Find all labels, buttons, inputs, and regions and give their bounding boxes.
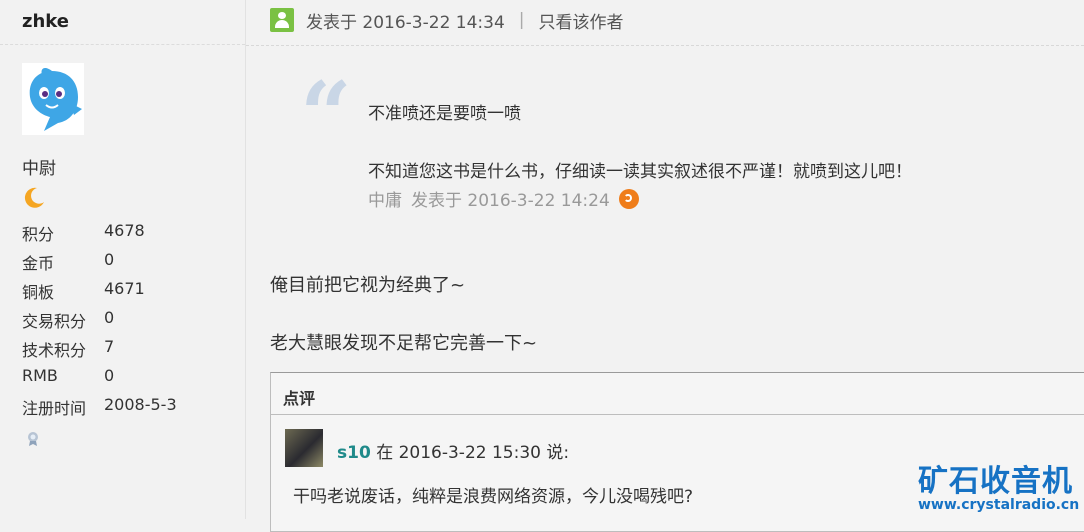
quote-author: 中庸 <box>368 191 402 211</box>
header-separator: | <box>518 10 525 30</box>
goto-post-icon[interactable] <box>618 188 639 209</box>
comment-panel-title: 点评 <box>283 389 316 408</box>
quote-timestamp: 发表于 2016-3-22 14:24 <box>411 191 610 211</box>
stat-label: 注册时间 <box>22 399 87 418</box>
comment-timestamp: 在 2016-3-22 15:30 说: <box>376 443 570 463</box>
watermark-url: www.crystalradio.cn <box>918 497 1080 513</box>
commenter-avatar[interactable] <box>285 429 323 467</box>
user-rank: 中尉 <box>22 159 56 179</box>
post-timestamp: 发表于 2016-3-22 14:34 <box>306 12 505 33</box>
commenter-name-link[interactable]: s10 <box>337 443 371 463</box>
stat-value: 0 <box>104 250 115 269</box>
stat-value: 4678 <box>104 221 145 240</box>
moon-rank-icon <box>24 187 44 208</box>
stat-label: RMB <box>22 366 58 385</box>
user-sidebar: zhke 中尉 积分 4678 金币 0 铜板 4671 交易积分 0 技术积分 <box>0 0 246 519</box>
quote-attribution: 中庸 发表于 2016-3-22 14:24 <box>368 186 648 211</box>
stat-label: 积分 <box>22 225 55 244</box>
stat-value: 4671 <box>104 279 145 298</box>
header-divider <box>246 45 1084 46</box>
user-online-icon <box>270 8 294 32</box>
username-link[interactable]: zhke <box>22 11 69 32</box>
stat-value: 7 <box>104 337 115 356</box>
stat-value: 0 <box>104 308 115 327</box>
avatar[interactable] <box>22 63 84 135</box>
post-header: 发表于 2016-3-22 14:34 | 只看该作者 <box>270 7 624 33</box>
sidebar-divider <box>0 44 245 45</box>
quote-mark-icon: “ <box>300 62 352 168</box>
dolphin-avatar-icon <box>22 63 84 135</box>
author-only-link[interactable]: 只看该作者 <box>539 8 624 33</box>
stat-label: 技术积分 <box>22 341 87 360</box>
watermark-logo: 矿石收音机 <box>918 464 1073 499</box>
quote-text: 不知道您这书是什么书，仔细读一读其实叙述很不严谨！就喷到这儿吧！ <box>368 162 912 182</box>
post-body-line: 俺目前把它视为经典了~ <box>270 275 466 296</box>
quote-text: 不准喷还是要喷一喷 <box>368 104 521 124</box>
stat-label: 交易积分 <box>22 312 87 331</box>
stat-label: 金币 <box>22 254 55 273</box>
stat-value: 2008-5-3 <box>104 395 177 414</box>
comment-meta: s10 在 2016-3-22 15:30 说: <box>337 438 569 463</box>
post-body-line: 老大慧眼发现不足帮它完善一下~ <box>270 333 538 354</box>
comment-panel-divider <box>271 414 1084 415</box>
stat-value: 0 <box>104 366 115 385</box>
medal-badge-icon[interactable] <box>25 430 41 446</box>
stat-label: 铜板 <box>22 283 55 302</box>
comment-text: 干吗老说废话，纯粹是浪费网络资源，今儿没喝残吧? <box>293 487 694 507</box>
